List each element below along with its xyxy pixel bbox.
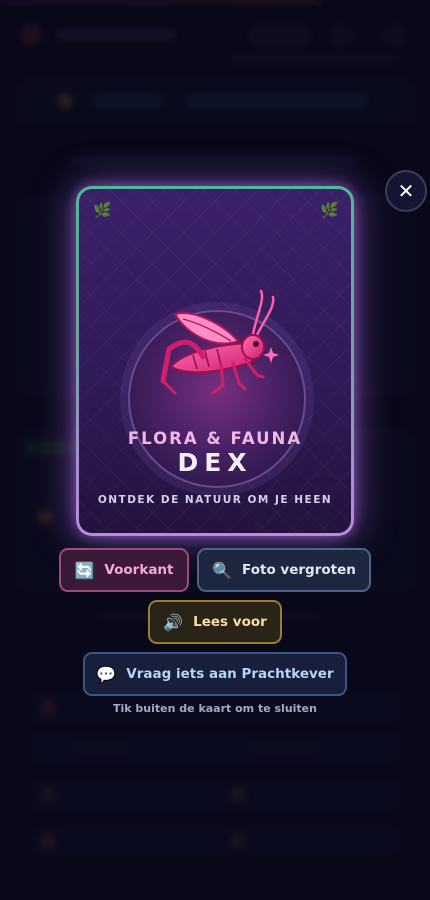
leaf-icon: 🌿 (320, 201, 339, 219)
speaker-icon: 🔊 (163, 612, 184, 632)
card-tagline: ONTDEK DE NATUUR OM JE HEEN (97, 494, 333, 506)
flip-icon: 🔄 (74, 560, 95, 580)
close-button[interactable]: ✕ (385, 170, 427, 212)
front-side-label: Voorkant (104, 562, 174, 578)
close-icon: ✕ (397, 179, 415, 203)
read-aloud-button[interactable]: 🔊 Lees voor (148, 600, 282, 644)
card-title-main: DEX (177, 448, 253, 477)
ask-question-button[interactable]: 💬 Vraag iets aan Prachtkever (83, 652, 347, 696)
ask-question-label: Vraag iets aan Prachtkever (126, 666, 334, 682)
grasshopper-icon (160, 289, 279, 395)
enlarge-photo-label: Foto vergroten (242, 562, 356, 578)
front-side-button[interactable]: 🔄 Voorkant (59, 548, 189, 592)
speech-bubble-icon: 💬 (96, 664, 117, 684)
dex-card-face: 🌿 🌿 FLORA & FAUNA DEX ONTDEK DE NATUUR O… (79, 189, 351, 533)
enlarge-photo-button[interactable]: 🔍 Foto vergroten (197, 548, 371, 592)
close-hint: Tik buiten de kaart om te sluiten (113, 702, 317, 715)
card-title-top: FLORA & FAUNA (127, 429, 303, 448)
magnifier-icon: 🔍 (212, 560, 233, 580)
dex-card: 🌿 🌿 FLORA & FAUNA DEX ONTDEK DE NATUUR O… (76, 186, 354, 536)
leaf-icon: 🌿 (93, 201, 112, 219)
read-aloud-label: Lees voor (193, 614, 267, 630)
